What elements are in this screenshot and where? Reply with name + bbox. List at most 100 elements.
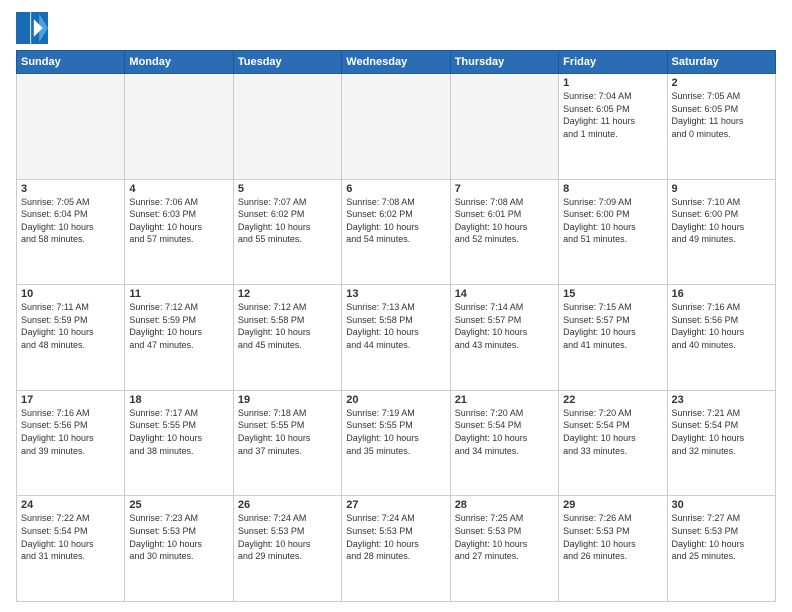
calendar-cell: 23Sunrise: 7:21 AM Sunset: 5:54 PM Dayli… bbox=[667, 390, 775, 496]
day-number: 9 bbox=[672, 183, 771, 195]
day-number: 27 bbox=[346, 499, 445, 511]
day-number: 14 bbox=[455, 288, 554, 300]
day-info: Sunrise: 7:18 AM Sunset: 5:55 PM Dayligh… bbox=[238, 407, 337, 457]
day-number: 13 bbox=[346, 288, 445, 300]
day-info: Sunrise: 7:17 AM Sunset: 5:55 PM Dayligh… bbox=[129, 407, 228, 457]
calendar-cell: 18Sunrise: 7:17 AM Sunset: 5:55 PM Dayli… bbox=[125, 390, 233, 496]
weekday-header-monday: Monday bbox=[125, 51, 233, 74]
calendar-week-row: 3Sunrise: 7:05 AM Sunset: 6:04 PM Daylig… bbox=[17, 179, 776, 285]
calendar-cell: 24Sunrise: 7:22 AM Sunset: 5:54 PM Dayli… bbox=[17, 496, 125, 602]
day-number: 29 bbox=[563, 499, 662, 511]
calendar-cell: 10Sunrise: 7:11 AM Sunset: 5:59 PM Dayli… bbox=[17, 285, 125, 391]
day-info: Sunrise: 7:10 AM Sunset: 6:00 PM Dayligh… bbox=[672, 196, 771, 246]
day-number: 15 bbox=[563, 288, 662, 300]
day-info: Sunrise: 7:12 AM Sunset: 5:58 PM Dayligh… bbox=[238, 301, 337, 351]
day-info: Sunrise: 7:22 AM Sunset: 5:54 PM Dayligh… bbox=[21, 512, 120, 562]
calendar-cell: 9Sunrise: 7:10 AM Sunset: 6:00 PM Daylig… bbox=[667, 179, 775, 285]
day-number: 6 bbox=[346, 183, 445, 195]
calendar-cell: 29Sunrise: 7:26 AM Sunset: 5:53 PM Dayli… bbox=[559, 496, 667, 602]
day-info: Sunrise: 7:20 AM Sunset: 5:54 PM Dayligh… bbox=[455, 407, 554, 457]
header bbox=[16, 12, 776, 44]
day-number: 18 bbox=[129, 394, 228, 406]
calendar-cell: 1Sunrise: 7:04 AM Sunset: 6:05 PM Daylig… bbox=[559, 74, 667, 180]
logo-icon bbox=[16, 12, 48, 44]
weekday-header-sunday: Sunday bbox=[17, 51, 125, 74]
calendar-cell: 7Sunrise: 7:08 AM Sunset: 6:01 PM Daylig… bbox=[450, 179, 558, 285]
day-number: 3 bbox=[21, 183, 120, 195]
day-number: 4 bbox=[129, 183, 228, 195]
day-info: Sunrise: 7:11 AM Sunset: 5:59 PM Dayligh… bbox=[21, 301, 120, 351]
calendar-cell: 21Sunrise: 7:20 AM Sunset: 5:54 PM Dayli… bbox=[450, 390, 558, 496]
calendar-cell: 16Sunrise: 7:16 AM Sunset: 5:56 PM Dayli… bbox=[667, 285, 775, 391]
day-number: 19 bbox=[238, 394, 337, 406]
calendar-cell: 20Sunrise: 7:19 AM Sunset: 5:55 PM Dayli… bbox=[342, 390, 450, 496]
day-number: 8 bbox=[563, 183, 662, 195]
calendar-cell: 6Sunrise: 7:08 AM Sunset: 6:02 PM Daylig… bbox=[342, 179, 450, 285]
calendar-week-row: 24Sunrise: 7:22 AM Sunset: 5:54 PM Dayli… bbox=[17, 496, 776, 602]
weekday-header-saturday: Saturday bbox=[667, 51, 775, 74]
day-info: Sunrise: 7:21 AM Sunset: 5:54 PM Dayligh… bbox=[672, 407, 771, 457]
calendar-cell bbox=[233, 74, 341, 180]
weekday-header-row: SundayMondayTuesdayWednesdayThursdayFrid… bbox=[17, 51, 776, 74]
day-info: Sunrise: 7:15 AM Sunset: 5:57 PM Dayligh… bbox=[563, 301, 662, 351]
day-number: 26 bbox=[238, 499, 337, 511]
day-number: 30 bbox=[672, 499, 771, 511]
calendar-cell: 26Sunrise: 7:24 AM Sunset: 5:53 PM Dayli… bbox=[233, 496, 341, 602]
day-number: 17 bbox=[21, 394, 120, 406]
day-info: Sunrise: 7:23 AM Sunset: 5:53 PM Dayligh… bbox=[129, 512, 228, 562]
day-info: Sunrise: 7:05 AM Sunset: 6:04 PM Dayligh… bbox=[21, 196, 120, 246]
calendar-cell bbox=[125, 74, 233, 180]
calendar-cell: 11Sunrise: 7:12 AM Sunset: 5:59 PM Dayli… bbox=[125, 285, 233, 391]
day-info: Sunrise: 7:08 AM Sunset: 6:01 PM Dayligh… bbox=[455, 196, 554, 246]
calendar-cell: 13Sunrise: 7:13 AM Sunset: 5:58 PM Dayli… bbox=[342, 285, 450, 391]
day-number: 23 bbox=[672, 394, 771, 406]
day-info: Sunrise: 7:20 AM Sunset: 5:54 PM Dayligh… bbox=[563, 407, 662, 457]
calendar-week-row: 10Sunrise: 7:11 AM Sunset: 5:59 PM Dayli… bbox=[17, 285, 776, 391]
day-number: 16 bbox=[672, 288, 771, 300]
calendar-week-row: 1Sunrise: 7:04 AM Sunset: 6:05 PM Daylig… bbox=[17, 74, 776, 180]
day-number: 25 bbox=[129, 499, 228, 511]
day-number: 20 bbox=[346, 394, 445, 406]
calendar-table: SundayMondayTuesdayWednesdayThursdayFrid… bbox=[16, 50, 776, 602]
calendar-cell: 14Sunrise: 7:14 AM Sunset: 5:57 PM Dayli… bbox=[450, 285, 558, 391]
calendar-cell: 17Sunrise: 7:16 AM Sunset: 5:56 PM Dayli… bbox=[17, 390, 125, 496]
weekday-header-wednesday: Wednesday bbox=[342, 51, 450, 74]
day-info: Sunrise: 7:12 AM Sunset: 5:59 PM Dayligh… bbox=[129, 301, 228, 351]
day-info: Sunrise: 7:24 AM Sunset: 5:53 PM Dayligh… bbox=[346, 512, 445, 562]
calendar-cell bbox=[17, 74, 125, 180]
calendar-cell: 27Sunrise: 7:24 AM Sunset: 5:53 PM Dayli… bbox=[342, 496, 450, 602]
day-info: Sunrise: 7:04 AM Sunset: 6:05 PM Dayligh… bbox=[563, 90, 662, 140]
day-info: Sunrise: 7:09 AM Sunset: 6:00 PM Dayligh… bbox=[563, 196, 662, 246]
weekday-header-tuesday: Tuesday bbox=[233, 51, 341, 74]
page: SundayMondayTuesdayWednesdayThursdayFrid… bbox=[0, 0, 792, 612]
calendar-cell: 2Sunrise: 7:05 AM Sunset: 6:05 PM Daylig… bbox=[667, 74, 775, 180]
weekday-header-thursday: Thursday bbox=[450, 51, 558, 74]
day-number: 11 bbox=[129, 288, 228, 300]
day-info: Sunrise: 7:16 AM Sunset: 5:56 PM Dayligh… bbox=[21, 407, 120, 457]
calendar-cell: 15Sunrise: 7:15 AM Sunset: 5:57 PM Dayli… bbox=[559, 285, 667, 391]
calendar-cell: 3Sunrise: 7:05 AM Sunset: 6:04 PM Daylig… bbox=[17, 179, 125, 285]
logo-area bbox=[16, 12, 52, 44]
calendar-cell bbox=[450, 74, 558, 180]
day-info: Sunrise: 7:27 AM Sunset: 5:53 PM Dayligh… bbox=[672, 512, 771, 562]
day-number: 22 bbox=[563, 394, 662, 406]
day-info: Sunrise: 7:26 AM Sunset: 5:53 PM Dayligh… bbox=[563, 512, 662, 562]
calendar-cell: 28Sunrise: 7:25 AM Sunset: 5:53 PM Dayli… bbox=[450, 496, 558, 602]
calendar-cell: 4Sunrise: 7:06 AM Sunset: 6:03 PM Daylig… bbox=[125, 179, 233, 285]
day-number: 2 bbox=[672, 77, 771, 89]
calendar-cell: 19Sunrise: 7:18 AM Sunset: 5:55 PM Dayli… bbox=[233, 390, 341, 496]
day-number: 5 bbox=[238, 183, 337, 195]
calendar-cell: 8Sunrise: 7:09 AM Sunset: 6:00 PM Daylig… bbox=[559, 179, 667, 285]
calendar-cell: 5Sunrise: 7:07 AM Sunset: 6:02 PM Daylig… bbox=[233, 179, 341, 285]
day-info: Sunrise: 7:13 AM Sunset: 5:58 PM Dayligh… bbox=[346, 301, 445, 351]
day-number: 24 bbox=[21, 499, 120, 511]
day-number: 7 bbox=[455, 183, 554, 195]
calendar-cell: 22Sunrise: 7:20 AM Sunset: 5:54 PM Dayli… bbox=[559, 390, 667, 496]
calendar-cell: 12Sunrise: 7:12 AM Sunset: 5:58 PM Dayli… bbox=[233, 285, 341, 391]
day-info: Sunrise: 7:05 AM Sunset: 6:05 PM Dayligh… bbox=[672, 90, 771, 140]
day-info: Sunrise: 7:24 AM Sunset: 5:53 PM Dayligh… bbox=[238, 512, 337, 562]
day-info: Sunrise: 7:14 AM Sunset: 5:57 PM Dayligh… bbox=[455, 301, 554, 351]
day-number: 28 bbox=[455, 499, 554, 511]
calendar-cell: 30Sunrise: 7:27 AM Sunset: 5:53 PM Dayli… bbox=[667, 496, 775, 602]
day-info: Sunrise: 7:16 AM Sunset: 5:56 PM Dayligh… bbox=[672, 301, 771, 351]
